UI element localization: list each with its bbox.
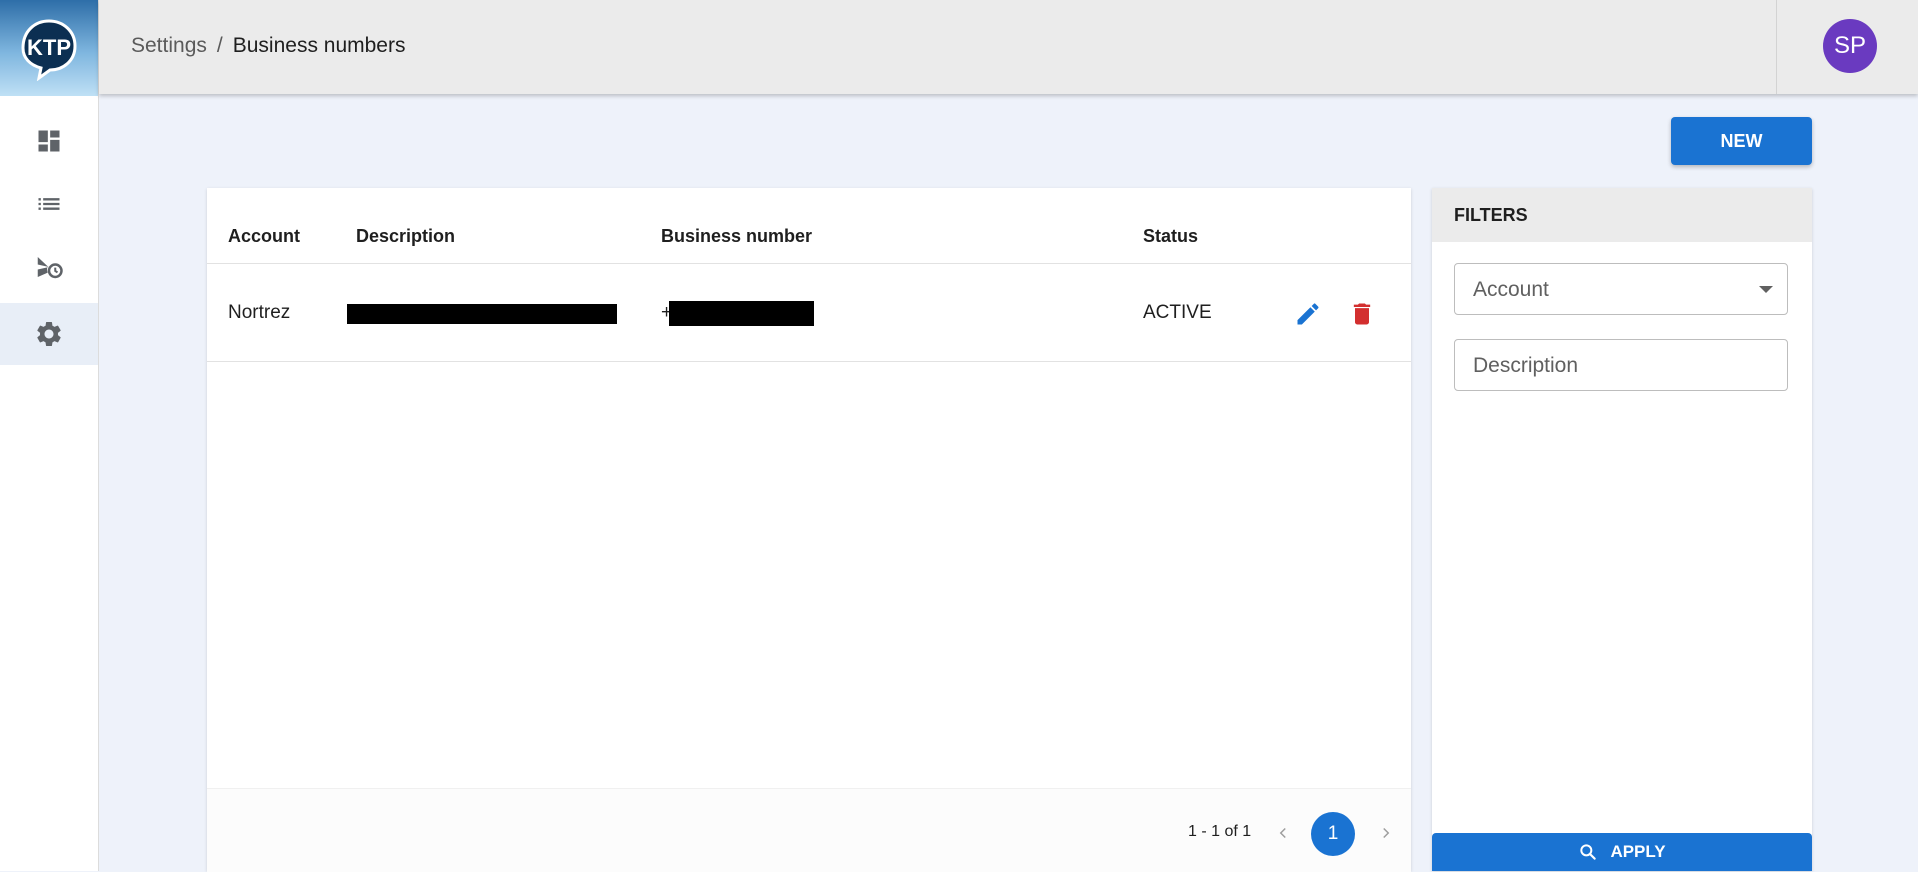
user-avatar[interactable]: SP <box>1823 19 1877 73</box>
pagination-range: 1 - 1 of 1 <box>1188 823 1252 840</box>
breadcrumb: Settings / Business numbers <box>131 34 405 58</box>
next-page-button[interactable] <box>1364 811 1408 855</box>
list-icon <box>38 198 60 210</box>
description-input-placeholder: Description <box>1473 354 1579 377</box>
sidebar-item-settings[interactable] <box>0 303 98 365</box>
search-icon <box>1580 844 1597 860</box>
chevron-right-icon <box>1383 827 1390 839</box>
header-divider-line <box>207 263 1411 264</box>
cell-account: Nortrez <box>228 302 291 323</box>
column-header-account[interactable]: Account <box>228 226 300 247</box>
cell-description-redacted <box>347 304 617 324</box>
apply-button[interactable]: APPLY <box>1432 833 1812 871</box>
scheduled-send-icon <box>37 257 63 279</box>
prev-page-button[interactable] <box>1261 811 1305 855</box>
dropdown-caret-icon <box>1759 286 1773 293</box>
breadcrumb-current: Business numbers <box>232 34 406 57</box>
page-number-current[interactable]: 1 <box>1311 812 1355 856</box>
sidebar-item-history[interactable] <box>0 236 98 298</box>
filters-title: FILTERS <box>1454 205 1528 225</box>
cell-business-number-redacted <box>669 301 814 326</box>
filters-header: FILTERS <box>1432 188 1812 242</box>
business-numbers-table: Account Description Business number Stat… <box>207 188 1411 872</box>
header-divider <box>1776 0 1777 94</box>
column-header-status[interactable]: Status <box>1143 226 1198 247</box>
trash-icon <box>1353 303 1371 325</box>
app-logo[interactable]: KTP <box>0 0 98 96</box>
cell-status: ACTIVE <box>1143 302 1212 323</box>
top-bar: Settings / Business numbers SP <box>99 0 1918 94</box>
account-select[interactable]: Account <box>1454 263 1788 315</box>
edit-button[interactable] <box>1291 297 1325 331</box>
account-select-placeholder: Account <box>1473 278 1549 301</box>
pencil-icon <box>1297 303 1319 325</box>
breadcrumb-separator: / <box>216 34 223 57</box>
new-button[interactable]: NEW <box>1671 117 1812 165</box>
apply-button-label: APPLY <box>1610 842 1666 861</box>
sidebar-item-list[interactable] <box>0 173 98 235</box>
logo-text: KTP <box>27 35 71 60</box>
column-header-business-number[interactable]: Business number <box>661 226 812 247</box>
sidebar-item-dashboard[interactable] <box>0 110 98 172</box>
table-pagination: 1 - 1 of 1 1 <box>207 788 1411 872</box>
dashboard-icon <box>38 130 60 152</box>
row-divider-line <box>207 361 1411 362</box>
description-input[interactable]: Description <box>1454 339 1788 391</box>
filters-panel: FILTERS Account Description APPLY <box>1432 188 1812 871</box>
column-header-description[interactable]: Description <box>356 226 455 247</box>
gear-icon <box>37 322 61 346</box>
delete-button[interactable] <box>1345 297 1379 331</box>
sidebar: KTP <box>0 0 99 871</box>
breadcrumb-parent[interactable]: Settings <box>131 34 207 57</box>
chevron-left-icon <box>1279 827 1286 839</box>
ktp-logo-icon: KTP <box>21 19 77 81</box>
